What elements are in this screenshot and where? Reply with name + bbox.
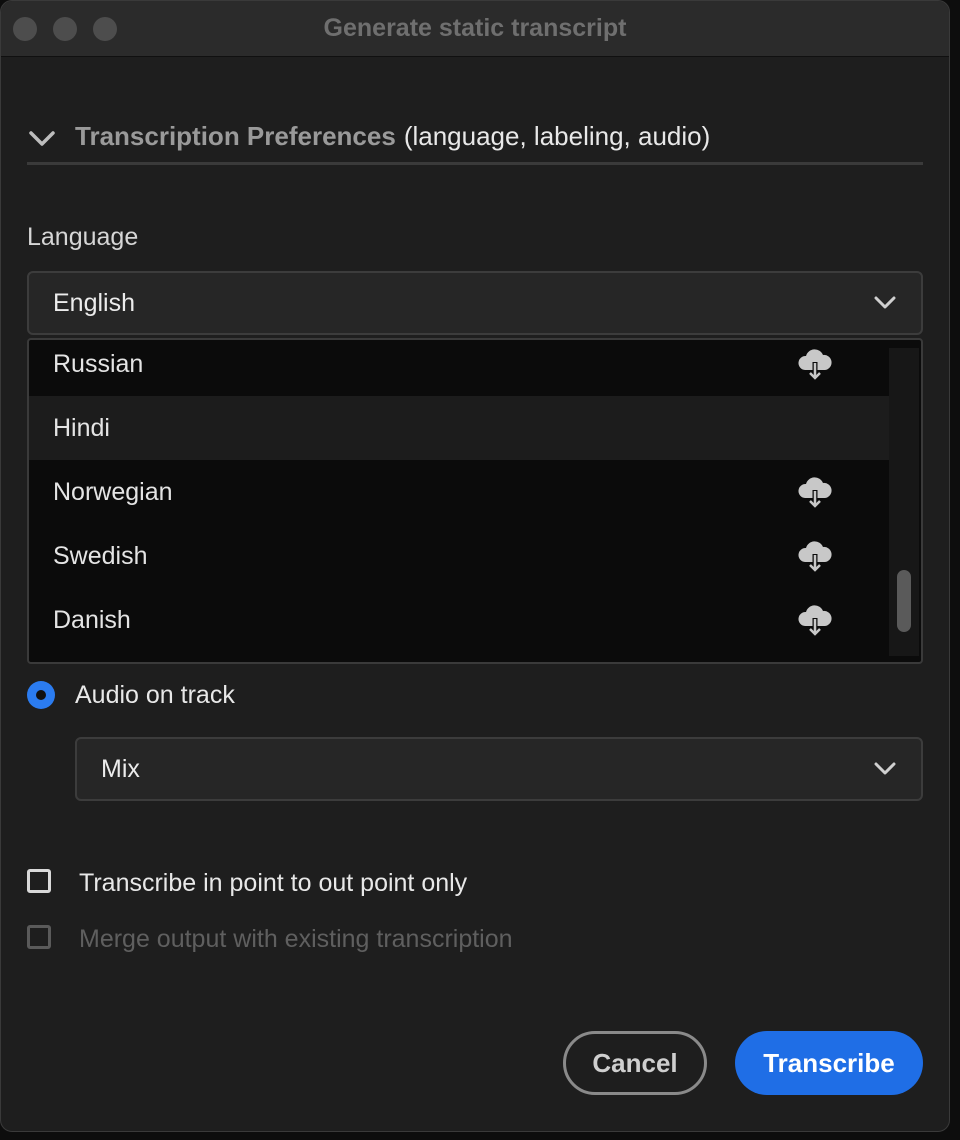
audio-on-track-radio[interactable] bbox=[27, 681, 55, 709]
audio-track-dropdown[interactable]: Mix bbox=[75, 737, 923, 801]
list-scrollbar[interactable] bbox=[889, 348, 919, 656]
cloud-download-icon[interactable] bbox=[795, 346, 835, 382]
list-item-label: Hindi bbox=[53, 413, 110, 442]
list-item-danish[interactable]: Danish bbox=[29, 588, 891, 652]
chevron-down-icon bbox=[874, 296, 896, 309]
audio-track-selected-value: Mix bbox=[101, 754, 140, 783]
list-item-hindi[interactable]: Hindi bbox=[29, 396, 891, 460]
transcription-preferences-header[interactable]: Transcription Preferences (language, lab… bbox=[27, 117, 923, 165]
window-title: Generate static transcript bbox=[323, 14, 627, 42]
list-item-label: Norwegian bbox=[53, 477, 173, 506]
list-item-label: Danish bbox=[53, 605, 131, 634]
cancel-button[interactable]: Cancel bbox=[563, 1031, 707, 1095]
list-item-label: Swedish bbox=[53, 541, 148, 570]
merge-output-label: Merge output with existing transcription bbox=[79, 925, 513, 953]
section-subtitle: (language, labeling, audio) bbox=[403, 121, 711, 151]
language-options-list[interactable]: Russian Hindi Norwegian Swedish Danish bbox=[27, 338, 923, 664]
scrollbar-thumb[interactable] bbox=[897, 570, 911, 632]
transcript-dialog: Generate static transcript Transcription… bbox=[0, 0, 950, 1132]
in-out-point-label: Transcribe in point to out point only bbox=[79, 869, 468, 897]
cloud-download-icon[interactable] bbox=[795, 602, 835, 638]
list-item-label: Russian bbox=[53, 349, 144, 378]
audio-on-track-label: Audio on track bbox=[75, 681, 235, 709]
title-bar: Generate static transcript bbox=[1, 1, 949, 57]
transcribe-button[interactable]: Transcribe bbox=[735, 1031, 923, 1095]
language-selected-value: English bbox=[53, 288, 135, 317]
list-item-swedish[interactable]: Swedish bbox=[29, 524, 891, 588]
cloud-download-icon[interactable] bbox=[795, 538, 835, 574]
chevron-down-icon bbox=[29, 131, 55, 146]
language-label: Language bbox=[27, 223, 139, 251]
list-item-norwegian[interactable]: Norwegian bbox=[29, 460, 891, 524]
radio-selected-dot bbox=[36, 690, 46, 700]
list-item-russian[interactable]: Russian bbox=[29, 340, 891, 396]
language-dropdown[interactable]: English bbox=[27, 271, 923, 335]
section-title: Transcription Preferences bbox=[75, 121, 396, 151]
cloud-download-icon[interactable] bbox=[795, 474, 835, 510]
chevron-down-icon bbox=[874, 762, 896, 775]
merge-output-checkbox[interactable] bbox=[27, 925, 51, 949]
in-out-point-checkbox[interactable] bbox=[27, 869, 51, 893]
